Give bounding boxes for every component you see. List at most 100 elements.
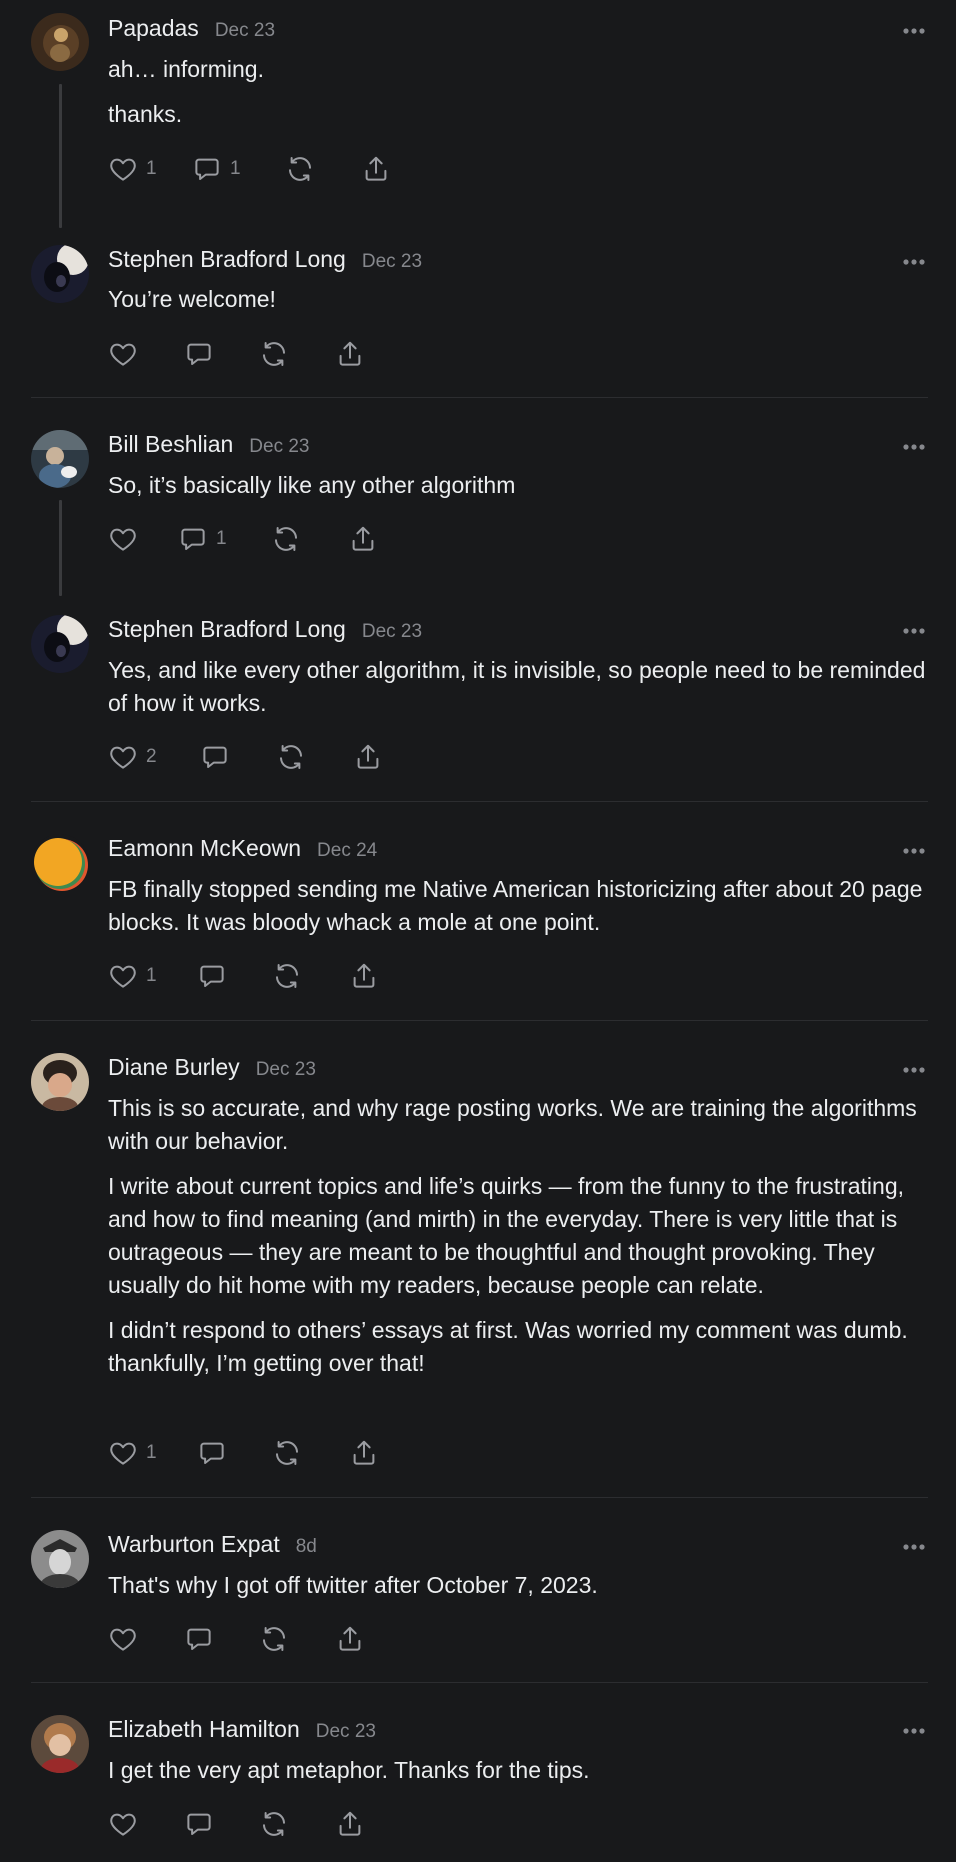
share-button[interactable]: [335, 1624, 365, 1654]
comment-date[interactable]: Dec 24: [317, 840, 377, 862]
share-button[interactable]: [349, 1438, 379, 1468]
avatar[interactable]: [31, 1053, 89, 1111]
like-count: 1: [146, 1442, 157, 1463]
more-options-button[interactable]: [900, 255, 928, 267]
heart-icon: [110, 1628, 136, 1651]
restack-button[interactable]: [272, 961, 302, 991]
more-options-button[interactable]: [900, 1063, 928, 1075]
reply-button[interactable]: [184, 1809, 214, 1839]
reply-button[interactable]: [197, 961, 227, 991]
like-button[interactable]: [108, 1809, 138, 1839]
reply-button[interactable]: 1: [178, 524, 227, 554]
restack-button[interactable]: [259, 1624, 289, 1654]
restack-button[interactable]: [259, 1809, 289, 1839]
ellipsis-icon: [903, 1544, 925, 1550]
more-options-button[interactable]: [900, 1724, 928, 1736]
comment-header: Eamonn McKeown Dec 24: [108, 835, 377, 862]
comment-body: FB finally stopped sending me Native Ame…: [108, 873, 934, 951]
reply-button[interactable]: [197, 1438, 227, 1468]
heart-icon: [110, 965, 136, 988]
like-button[interactable]: [108, 339, 138, 369]
more-options-button[interactable]: [900, 440, 928, 452]
reply-button[interactable]: [200, 742, 230, 772]
author-name[interactable]: Diane Burley: [108, 1054, 240, 1081]
share-button[interactable]: [349, 961, 379, 991]
share-icon: [353, 963, 375, 988]
share-button[interactable]: [335, 339, 365, 369]
ellipsis-icon: [903, 1067, 925, 1073]
more-options-button[interactable]: [900, 624, 928, 636]
more-options-button[interactable]: [900, 844, 928, 856]
share-button[interactable]: [353, 742, 383, 772]
author-name[interactable]: Elizabeth Hamilton: [108, 1716, 300, 1743]
restack-button[interactable]: [272, 1438, 302, 1468]
heart-icon: [110, 746, 136, 769]
author-name[interactable]: Stephen Bradford Long: [108, 616, 346, 643]
ellipsis-icon: [903, 259, 925, 265]
restack-button[interactable]: [259, 339, 289, 369]
reply-count: 1: [216, 528, 227, 549]
share-icon: [357, 744, 379, 769]
avatar[interactable]: [31, 615, 89, 673]
author-name[interactable]: Stephen Bradford Long: [108, 246, 346, 273]
avatar[interactable]: [31, 13, 89, 71]
comment-body: You’re welcome!: [108, 283, 934, 328]
comment-body: Yes, and like every other algorithm, it …: [108, 654, 934, 732]
author-name[interactable]: Papadas: [108, 15, 199, 42]
comment-paragraph: That's why I got off twitter after Octob…: [108, 1572, 598, 1598]
avatar[interactable]: [31, 430, 89, 488]
author-name[interactable]: Eamonn McKeown: [108, 835, 301, 862]
reply-button[interactable]: [184, 1624, 214, 1654]
author-name[interactable]: Warburton Expat: [108, 1531, 280, 1558]
like-button[interactable]: 1: [108, 961, 157, 991]
restack-button[interactable]: [271, 524, 301, 554]
like-button[interactable]: [108, 524, 138, 554]
restack-icon: [263, 1627, 285, 1651]
like-button[interactable]: [108, 1624, 138, 1654]
share-button[interactable]: [335, 1809, 365, 1839]
share-button[interactable]: [361, 154, 391, 184]
comment-date[interactable]: Dec 23: [215, 20, 275, 42]
comment-header: Papadas Dec 23: [108, 15, 275, 42]
divider: [31, 397, 928, 398]
comment-header: Stephen Bradford Long Dec 23: [108, 246, 422, 273]
heart-icon: [110, 343, 136, 366]
comment-date[interactable]: Dec 23: [249, 436, 309, 458]
comment-feed: Papadas Dec 23 ah… informing. thanks. 1 …: [0, 0, 956, 1862]
comment-date[interactable]: Dec 23: [256, 1059, 316, 1081]
comment-paragraph: I write about current topics and life’s …: [108, 1173, 905, 1298]
like-button[interactable]: 1: [108, 1438, 157, 1468]
divider: [31, 1682, 928, 1683]
like-button[interactable]: 2: [108, 742, 157, 772]
avatar[interactable]: [31, 245, 89, 303]
reply-count: 1: [230, 158, 241, 179]
comment-header: Elizabeth Hamilton Dec 23: [108, 1716, 376, 1743]
restack-button[interactable]: [276, 742, 306, 772]
comment-bubble-icon: [200, 1442, 224, 1464]
comment-date[interactable]: Dec 23: [316, 1721, 376, 1743]
ellipsis-icon: [903, 28, 925, 34]
restack-button[interactable]: [285, 154, 315, 184]
ellipsis-icon: [903, 628, 925, 634]
more-options-button[interactable]: [900, 1540, 928, 1552]
more-options-button[interactable]: [900, 24, 928, 36]
comment-bubble-icon: [181, 528, 205, 550]
comment-paragraph: This is so accurate, and why rage postin…: [108, 1095, 917, 1154]
comment-paragraph: FB finally stopped sending me Native Ame…: [108, 876, 923, 935]
author-name[interactable]: Bill Beshlian: [108, 431, 233, 458]
reply-button[interactable]: [184, 339, 214, 369]
avatar[interactable]: [31, 1530, 89, 1588]
comment-date[interactable]: Dec 23: [362, 251, 422, 273]
avatar[interactable]: [31, 834, 89, 892]
comment-body: So, it’s basically like any other algori…: [108, 469, 934, 514]
share-button[interactable]: [348, 524, 378, 554]
avatar[interactable]: [31, 1715, 89, 1773]
comment-date[interactable]: Dec 23: [362, 621, 422, 643]
restack-icon: [263, 342, 285, 366]
restack-icon: [276, 964, 298, 988]
reply-button[interactable]: 1: [192, 154, 241, 184]
like-button[interactable]: 1: [108, 154, 157, 184]
like-count: 1: [146, 965, 157, 986]
comment-date[interactable]: 8d: [296, 1536, 317, 1558]
restack-icon: [275, 527, 297, 551]
